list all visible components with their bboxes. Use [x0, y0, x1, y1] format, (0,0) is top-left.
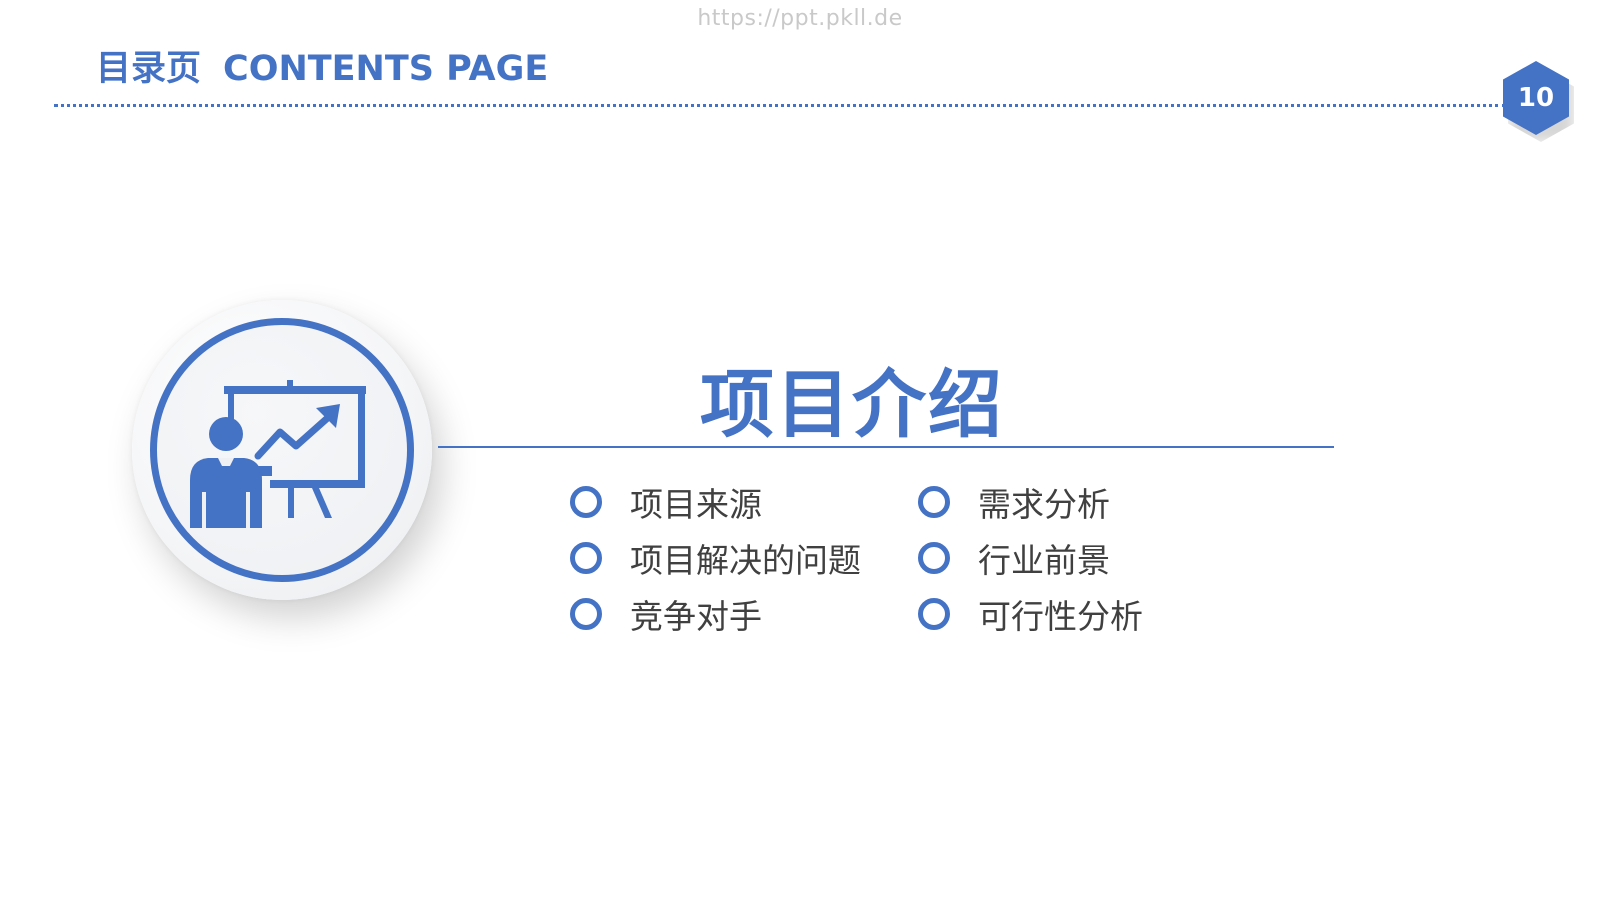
- watermark-text: https://ppt.pkll.de: [697, 6, 903, 31]
- topic-item[interactable]: 可行性分析: [918, 592, 1143, 636]
- page-header: 目录页 CONTENTS PAGE: [96, 40, 548, 91]
- topic-item[interactable]: 项目解决的问题: [570, 536, 861, 580]
- topic-label: 行业前景: [978, 541, 1110, 580]
- circle-bullet-icon: [918, 598, 950, 630]
- section-title-underline: [438, 446, 1334, 448]
- topic-item[interactable]: 竞争对手: [570, 592, 762, 636]
- header-divider: [54, 104, 1506, 107]
- circle-bullet-icon: [570, 542, 602, 574]
- topic-item[interactable]: 行业前景: [918, 536, 1110, 580]
- slide: https://ppt.pkll.de 目录页 CONTENTS PAGE 10: [0, 0, 1600, 900]
- topic-item[interactable]: 需求分析: [918, 480, 1110, 524]
- header-title-cn: 目录页: [96, 49, 202, 89]
- circle-bullet-icon: [570, 598, 602, 630]
- circle-bullet-icon: [918, 542, 950, 574]
- section-title: 项目介绍: [700, 362, 1004, 448]
- circle-bullet-icon: [918, 486, 950, 518]
- topic-label: 可行性分析: [978, 597, 1143, 636]
- topic-label: 项目解决的问题: [630, 541, 861, 580]
- circle-bullet-icon: [570, 486, 602, 518]
- topic-label: 项目来源: [630, 485, 762, 524]
- topic-item[interactable]: 项目来源: [570, 480, 762, 524]
- header-title-en: CONTENTS PAGE: [223, 49, 549, 89]
- topic-label: 竞争对手: [630, 597, 762, 636]
- page-number: 10: [1517, 83, 1555, 113]
- presenter-chart-icon: [190, 380, 366, 528]
- topic-label: 需求分析: [978, 485, 1110, 524]
